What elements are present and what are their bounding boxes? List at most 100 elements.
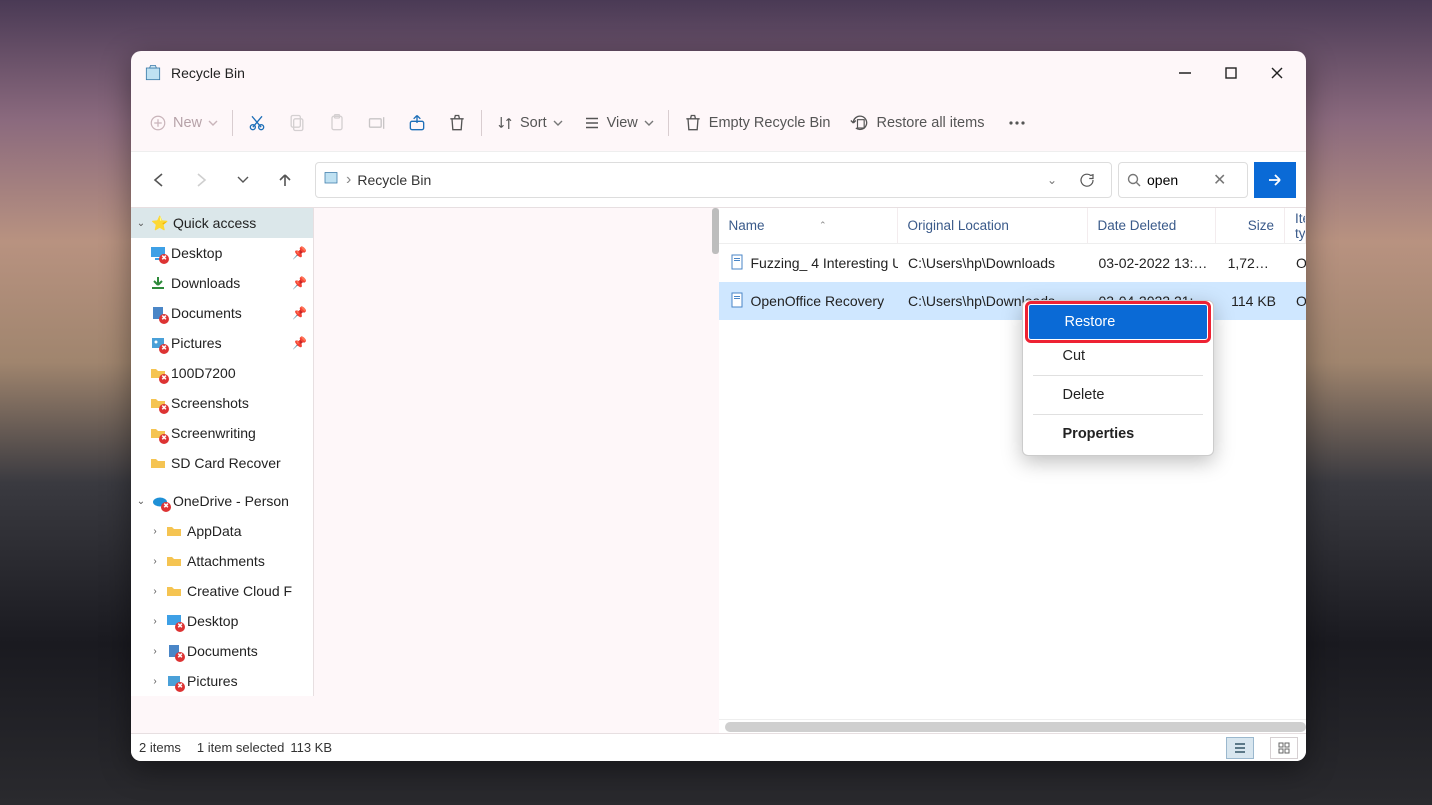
up-button[interactable]	[267, 162, 303, 198]
sidebar-onedrive[interactable]: ⌄ OneDrive - Person	[131, 486, 313, 516]
breadcrumb-location[interactable]: Recycle Bin	[357, 172, 431, 188]
maximize-button[interactable]	[1208, 51, 1254, 95]
folder-icon	[149, 394, 167, 412]
context-menu: Restore Cut Delete Properties	[1022, 300, 1214, 456]
col-original-location[interactable]: Original Location	[898, 208, 1088, 243]
separator	[481, 110, 482, 136]
search-input[interactable]	[1147, 172, 1207, 188]
clear-search-button[interactable]: ✕	[1213, 170, 1226, 190]
ctx-label: Cut	[1063, 348, 1086, 364]
chevron-right-icon: ›	[149, 676, 161, 687]
new-button[interactable]: New	[139, 103, 228, 143]
delete-button[interactable]	[437, 103, 477, 143]
ctx-restore[interactable]: Restore	[1029, 305, 1207, 339]
sidebar-item-appdata[interactable]: ›AppData	[131, 516, 313, 546]
file-type: OpenDocument Te…	[1286, 293, 1306, 309]
scroll-thumb[interactable]	[725, 722, 1307, 732]
view-button[interactable]: View	[573, 103, 664, 143]
sidebar: ⌄ ⭐ Quick access Desktop 📌 Downloads 📌 Doc…	[131, 208, 314, 696]
sidebar-quick-access[interactable]: ⌄ ⭐ Quick access	[131, 208, 313, 238]
file-list-pane: Name⌃ Original Location Date Deleted Siz…	[719, 208, 1307, 733]
minimize-button[interactable]	[1162, 51, 1208, 95]
col-label: Size	[1248, 218, 1274, 233]
sidebar-label: Screenwriting	[171, 425, 256, 441]
folder-icon	[165, 582, 183, 600]
chevron-down-icon[interactable]: ⌄	[1041, 173, 1063, 187]
status-count: 2 items	[139, 740, 181, 755]
search-box[interactable]: ✕	[1118, 162, 1248, 198]
sidebar-label: Downloads	[171, 275, 240, 291]
cut-button[interactable]	[237, 103, 277, 143]
document-icon	[729, 254, 745, 273]
sidebar-label: Desktop	[187, 613, 238, 629]
col-date-deleted[interactable]: Date Deleted	[1088, 208, 1217, 243]
col-item-type[interactable]: Item type	[1285, 208, 1306, 243]
chevron-down-icon	[208, 118, 218, 128]
file-name: OpenOffice Recovery	[751, 293, 885, 309]
back-button[interactable]	[141, 162, 177, 198]
forward-button[interactable]	[183, 162, 219, 198]
ctx-delete[interactable]: Delete	[1027, 378, 1209, 412]
paste-button[interactable]	[317, 103, 357, 143]
col-label: Date Deleted	[1098, 218, 1177, 233]
share-button[interactable]	[397, 103, 437, 143]
chevron-right-icon: ›	[149, 526, 161, 537]
sidebar-label: Desktop	[171, 245, 222, 261]
folder-icon	[149, 364, 167, 382]
file-size: 114 KB	[1218, 293, 1286, 309]
pin-icon: 📌	[292, 246, 307, 260]
sidebar-label: OneDrive - Person	[173, 493, 289, 509]
sidebar-item-sdcard[interactable]: SD Card Recover	[131, 448, 313, 478]
close-button[interactable]	[1254, 51, 1300, 95]
sidebar-item-screenwriting[interactable]: Screenwriting	[131, 418, 313, 448]
col-size[interactable]: Size	[1216, 208, 1285, 243]
refresh-button[interactable]	[1069, 171, 1105, 189]
file-row[interactable]: OpenOffice Recovery C:\Users\hp\Download…	[719, 282, 1307, 320]
pin-icon: 📌	[292, 276, 307, 290]
navbar: › Recycle Bin ⌄ ✕	[131, 151, 1306, 207]
sidebar-item-pictures-od[interactable]: ›Pictures	[131, 666, 313, 696]
more-button[interactable]	[994, 103, 1040, 143]
col-name[interactable]: Name⌃	[719, 208, 898, 243]
horizontal-scrollbar[interactable]	[719, 719, 1307, 733]
sort-button[interactable]: Sort	[486, 103, 573, 143]
sidebar-item-attachments[interactable]: ›Attachments	[131, 546, 313, 576]
pin-icon: 📌	[292, 336, 307, 350]
details-view-button[interactable]	[1226, 737, 1254, 759]
sidebar-item-creativecloud[interactable]: ›Creative Cloud F	[131, 576, 313, 606]
sidebar-item-desktop[interactable]: Desktop 📌	[131, 238, 313, 268]
file-name: Fuzzing_ 4 Interesting Use Cases & …	[751, 255, 898, 271]
chevron-down-icon: ⌄	[135, 218, 147, 229]
separator	[668, 110, 669, 136]
separator	[232, 110, 233, 136]
restore-all-button[interactable]: Restore all items	[840, 103, 994, 143]
recycle-bin-icon	[322, 168, 340, 191]
ctx-properties[interactable]: Properties	[1027, 417, 1209, 451]
sidebar-item-pictures[interactable]: Pictures 📌	[131, 328, 313, 358]
status-bar: 2 items 1 item selected 113 KB	[131, 733, 1306, 761]
file-row[interactable]: Fuzzing_ 4 Interesting Use Cases & … C:\…	[719, 244, 1307, 282]
sort-label: Sort	[520, 115, 547, 131]
status-selection: 1 item selected	[197, 740, 284, 755]
sidebar-item-documents-od[interactable]: ›Documents	[131, 636, 313, 666]
address-bar[interactable]: › Recycle Bin ⌄	[315, 162, 1112, 198]
sidebar-scrollbar[interactable]	[712, 208, 719, 254]
copy-button[interactable]	[277, 103, 317, 143]
sidebar-item-documents[interactable]: Documents📌	[131, 298, 313, 328]
sidebar-item-downloads[interactable]: Downloads 📌	[131, 268, 313, 298]
empty-recycle-bin-button[interactable]: Empty Recycle Bin	[673, 103, 841, 143]
sidebar-label: Pictures	[171, 335, 222, 351]
file-type: OpenDocument Te…	[1286, 255, 1306, 271]
sidebar-item-screenshots[interactable]: Screenshots	[131, 388, 313, 418]
onedrive-icon	[151, 492, 169, 510]
search-go-button[interactable]	[1254, 162, 1296, 198]
recent-button[interactable]	[225, 162, 261, 198]
sidebar-item-100d7200[interactable]: 100D7200	[131, 358, 313, 388]
rename-button[interactable]	[357, 103, 397, 143]
sidebar-item-desktop-od[interactable]: ›Desktop	[131, 606, 313, 636]
search-icon	[1127, 173, 1141, 187]
thumbnails-view-button[interactable]	[1270, 737, 1298, 759]
ctx-cut[interactable]: Cut	[1027, 339, 1209, 373]
separator	[1033, 414, 1203, 415]
file-rows: Fuzzing_ 4 Interesting Use Cases & … C:\…	[719, 244, 1307, 719]
